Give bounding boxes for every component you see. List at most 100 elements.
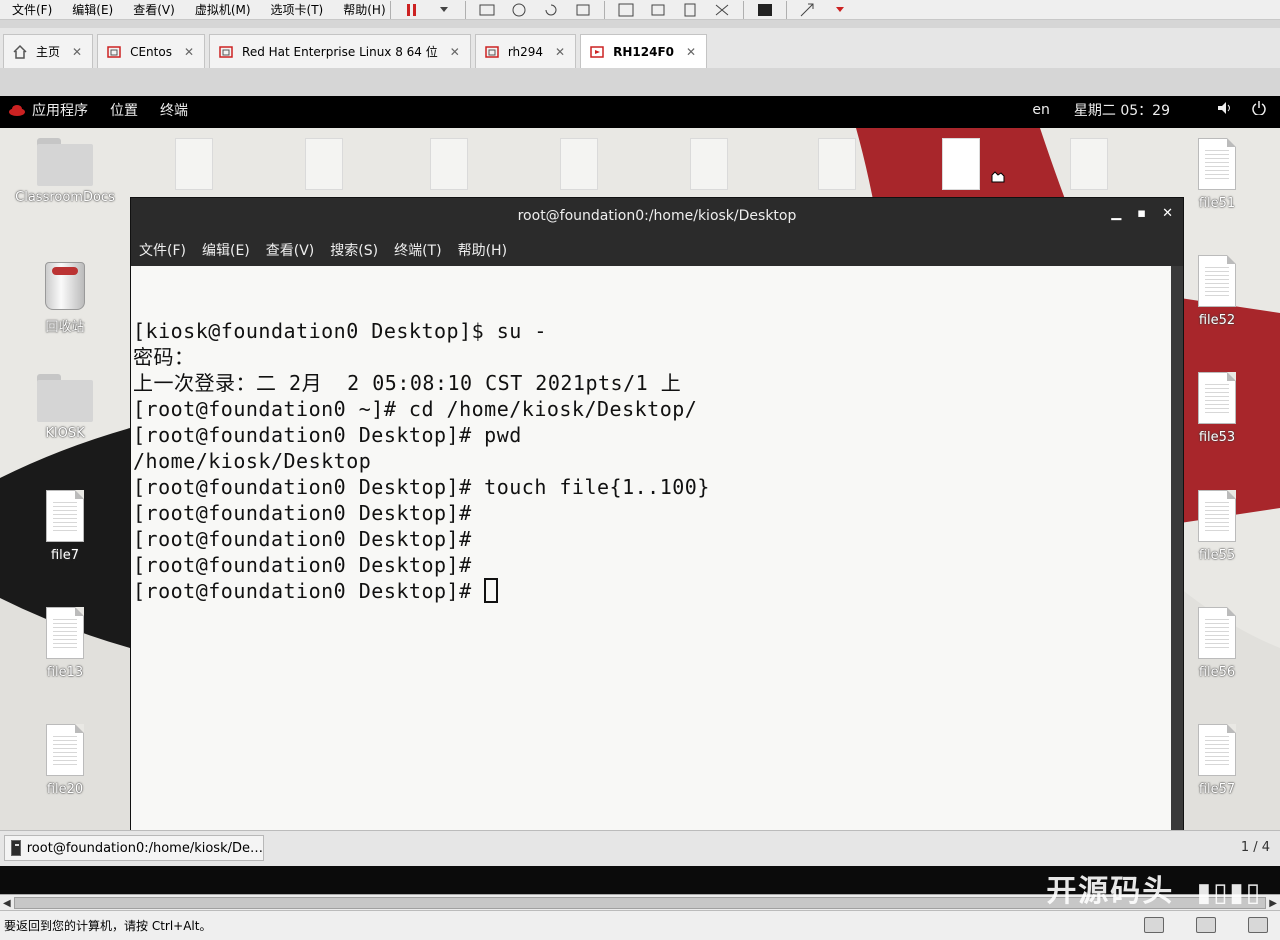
bilibili-logo-icon: ▮▯▮▯ [1196, 878, 1262, 908]
terminal-console-icon[interactable] [754, 1, 776, 19]
message-icon[interactable] [1248, 917, 1268, 933]
vm-running-icon [590, 45, 604, 58]
maximize-icon[interactable]: ▪ [1137, 206, 1146, 221]
watermark-text: 开源码头 [1046, 874, 1175, 909]
desktop-icon-file13[interactable]: file13 [10, 607, 120, 680]
file-icon [46, 490, 84, 542]
snapshot-icon[interactable] [508, 1, 530, 19]
dropdown-arrow-icon[interactable] [433, 1, 455, 19]
terminal-line: [root@foundation0 Desktop]# touch file{1… [133, 475, 710, 499]
gnome-status-area: en 星期二 05：29 [1032, 96, 1266, 124]
clock[interactable]: 星期二 05：29 [1074, 100, 1170, 120]
terminal-line: [root@foundation0 Desktop]# [133, 553, 472, 577]
terminal-prompt-line[interactable]: [root@foundation0 Desktop]# [133, 578, 1172, 604]
background-file-icon [1070, 138, 1108, 190]
desktop-icon-file20[interactable]: file20 [10, 724, 120, 797]
close-icon[interactable]: ✕ [555, 45, 565, 59]
desktop-icon-trash[interactable]: 回收站 [10, 262, 120, 335]
term-menu-terminal[interactable]: 终端(T) [394, 240, 441, 260]
taskbar-item-terminal[interactable]: root@foundation0:/home/kiosk/De… [4, 835, 264, 861]
mouse-pointer-icon [991, 171, 1005, 183]
tab-centos[interactable]: CEntos ✕ [97, 34, 206, 68]
scroll-left-icon[interactable]: ◀ [3, 898, 11, 909]
terminal-line: [root@foundation0 ~]# cd /home/kiosk/Des… [133, 397, 698, 421]
close-icon[interactable]: ✕ [1162, 206, 1173, 221]
scroll-right-icon[interactable]: ▶ [1269, 898, 1277, 909]
minimize-icon[interactable]: ▁ [1111, 206, 1121, 221]
tab-home[interactable]: 主页 ✕ [3, 34, 94, 68]
send-keys-icon[interactable] [476, 1, 498, 19]
file-icon [1198, 372, 1236, 424]
workspace-indicator[interactable]: 1 / 4 [1241, 840, 1270, 855]
input-language[interactable]: en [1032, 102, 1050, 118]
vm-icon [485, 45, 499, 58]
file-icon [1198, 255, 1236, 307]
term-menu-file[interactable]: 文件(F) [139, 240, 186, 260]
dropdown-arrow-icon[interactable] [829, 1, 851, 19]
desktop-icon-file7[interactable]: file7 [10, 490, 120, 563]
tab-rhel8[interactable]: Red Hat Enterprise Linux 8 64 位 ✕ [209, 34, 471, 68]
manage-snapshots-icon[interactable] [572, 1, 594, 19]
fullscreen-icon[interactable] [797, 1, 819, 19]
term-menu-search[interactable]: 搜索(S) [330, 240, 378, 260]
toolbar-separator [390, 1, 391, 19]
pause-icon[interactable] [401, 1, 423, 19]
revert-icon[interactable] [540, 1, 562, 19]
close-icon[interactable]: ✕ [72, 45, 82, 59]
term-menu-edit[interactable]: 编辑(E) [202, 240, 250, 260]
network-icon[interactable] [1196, 917, 1216, 933]
view-full-icon[interactable] [615, 1, 637, 19]
icon-label: 回收站 [45, 320, 85, 335]
window-title: root@foundation0:/home/kiosk/Desktop [517, 208, 797, 224]
power-icon[interactable] [1252, 101, 1266, 119]
trash-icon [45, 262, 85, 310]
vm-menu-file[interactable]: 文件(F) [0, 0, 60, 20]
view-console-icon[interactable] [679, 1, 701, 19]
vm-menu-vm[interactable]: 虚拟机(M) [183, 0, 259, 20]
terminal-line: [root@foundation0 Desktop]# [133, 527, 472, 551]
video-watermark: 开源码头 ▮▯▮▯ [1046, 866, 1262, 910]
close-icon[interactable]: ✕ [450, 45, 460, 59]
close-icon[interactable]: ✕ [686, 45, 696, 59]
gnome-menu-applications[interactable]: 应用程序 [32, 100, 88, 120]
home-icon [13, 44, 27, 59]
terminal-title-bar[interactable]: root@foundation0:/home/kiosk/Desktop [131, 198, 1183, 234]
vm-icon [107, 45, 121, 58]
gnome-top-bar: 应用程序 位置 终端 en 星期二 05：29 [0, 96, 1280, 124]
hard-disk-icon[interactable] [1144, 917, 1164, 933]
icon-label: ClassroomDocs [15, 190, 115, 205]
desktop-icon-classroomdocs[interactable]: ClassroomDocs [10, 138, 120, 205]
view-unity-icon[interactable] [647, 1, 669, 19]
file-icon [46, 724, 84, 776]
icon-label: file20 [46, 782, 84, 797]
vm-menu-edit[interactable]: 编辑(E) [60, 0, 121, 20]
vm-toolbar [390, 0, 851, 20]
term-menu-view[interactable]: 查看(V) [266, 240, 315, 260]
vm-menu-tabs[interactable]: 选项卡(T) [259, 0, 332, 20]
background-file-icon [560, 138, 598, 190]
device-status-icons [1144, 917, 1268, 933]
file-icon [1198, 724, 1236, 776]
gnome-menu-places[interactable]: 位置 [110, 100, 138, 120]
tab-rh294[interactable]: rh294 ✕ [474, 34, 577, 68]
tab-rh124f0[interactable]: RH124F0 ✕ [580, 34, 708, 68]
redhat-logo-icon[interactable] [8, 103, 26, 117]
terminal-window[interactable]: root@foundation0:/home/kiosk/Desktop ▁ ▪… [130, 197, 1184, 831]
view-stretch-icon[interactable] [711, 1, 733, 19]
file-icon [1198, 490, 1236, 542]
terminal-scrollbar[interactable] [1171, 266, 1183, 831]
text-cursor [484, 578, 499, 603]
vm-menu-help[interactable]: 帮助(H) [331, 0, 393, 20]
tab-label: rh294 [507, 44, 544, 59]
vm-tab-strip: 主页 ✕ CEntos ✕ Red Hat Enterprise Linux 8… [0, 28, 1280, 68]
icon-label: file13 [46, 665, 84, 680]
volume-icon[interactable] [1216, 101, 1234, 119]
tab-label: CEntos [130, 44, 172, 59]
vm-menu-view[interactable]: 查看(V) [121, 0, 183, 20]
icon-label: file7 [50, 548, 80, 563]
desktop-icon-kiosk[interactable]: KIOSK [10, 374, 120, 441]
terminal-output[interactable]: [kiosk@foundation0 Desktop]$ su - 密码： 上一次登… [131, 266, 1172, 831]
close-icon[interactable]: ✕ [184, 45, 194, 59]
term-menu-help[interactable]: 帮助(H) [458, 240, 507, 260]
gnome-menu-terminal[interactable]: 终端 [160, 100, 188, 120]
